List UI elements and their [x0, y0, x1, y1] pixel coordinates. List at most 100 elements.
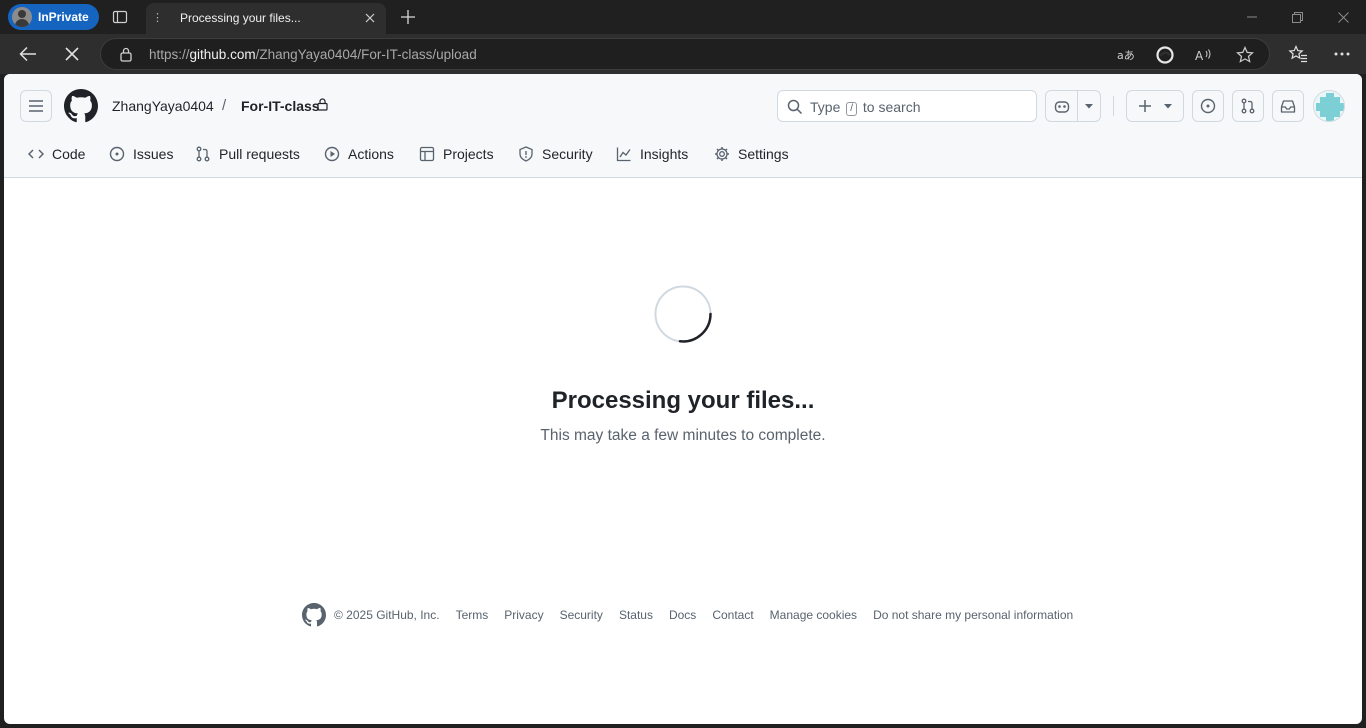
- play-icon: [324, 146, 340, 162]
- chevron-down-icon: [1164, 103, 1172, 108]
- close-window-button[interactable]: [1331, 6, 1355, 28]
- search-suffix: to search: [862, 99, 921, 115]
- plus-icon: [1139, 100, 1151, 112]
- back-button[interactable]: [13, 40, 43, 68]
- lock-icon: [119, 47, 133, 67]
- search-shortcut-key: /: [846, 102, 858, 116]
- footer-link-contact[interactable]: Contact: [712, 608, 753, 622]
- tab-strip: InPrivate ⋮ Processing your files...: [0, 0, 1366, 34]
- tab-pull-requests-label: Pull requests: [219, 146, 300, 162]
- minimize-button[interactable]: [1240, 6, 1264, 28]
- pull-requests-button[interactable]: [1232, 90, 1264, 122]
- inbox-icon: [1280, 99, 1296, 113]
- loading-spinner-icon: [654, 285, 712, 343]
- tab-code-label: Code: [52, 146, 86, 162]
- tab-pull-requests[interactable]: Pull requests: [195, 144, 300, 164]
- git-pull-request-icon: [196, 146, 210, 162]
- restore-icon: [1291, 11, 1303, 23]
- favorites-button[interactable]: [1283, 40, 1313, 68]
- tab-settings[interactable]: Settings: [714, 144, 789, 164]
- close-icon: [65, 47, 79, 61]
- minimize-icon: [1247, 16, 1257, 18]
- global-menu-button[interactable]: [20, 90, 52, 122]
- active-tab[interactable]: ⋮ Processing your files...: [146, 3, 386, 34]
- footer-link-terms[interactable]: Terms: [456, 608, 489, 622]
- issue-opened-icon: [109, 146, 125, 162]
- copilot-icon: [1046, 91, 1078, 121]
- edge-browser-essentials-icon[interactable]: [1154, 45, 1176, 65]
- search-prefix: Type: [810, 99, 841, 115]
- address-toolbar: https://github.com/ZhangYaya0404/For-IT-…: [0, 34, 1366, 74]
- tab-close-button[interactable]: [360, 8, 380, 28]
- footer-link-docs[interactable]: Docs: [669, 608, 696, 622]
- gear-icon: [715, 147, 729, 161]
- star-icon[interactable]: [1234, 45, 1256, 65]
- tab-security-label: Security: [542, 146, 593, 162]
- github-header: ZhangYaya0404 / For-IT-class Type / to s…: [4, 74, 1362, 178]
- tab-actions[interactable]: Actions: [324, 144, 394, 164]
- tab-issues[interactable]: Issues: [109, 144, 173, 164]
- favorites-icon: [1288, 45, 1307, 63]
- tab-insights[interactable]: Insights: [616, 144, 688, 164]
- breadcrumb-separator: /: [222, 97, 227, 114]
- shield-icon: [519, 146, 533, 162]
- tab-projects-label: Projects: [443, 146, 494, 162]
- footer-link-security[interactable]: Security: [560, 608, 603, 622]
- lock-icon: [317, 98, 328, 116]
- footer-link-status[interactable]: Status: [619, 608, 653, 622]
- svg-text:aあ: aあ: [1117, 49, 1135, 62]
- search-input[interactable]: Type / to search: [777, 90, 1037, 122]
- address-bar[interactable]: https://github.com/ZhangYaya0404/For-IT-…: [100, 38, 1270, 70]
- url-text[interactable]: https://github.com/ZhangYaya0404/For-IT-…: [149, 47, 477, 62]
- url-host: github.com: [189, 47, 256, 62]
- page-footer: © 2025 GitHub, Inc. Terms Privacy Securi…: [302, 603, 1089, 627]
- close-icon: [365, 13, 375, 23]
- tab-settings-label: Settings: [738, 146, 789, 162]
- header-divider: [1113, 96, 1114, 116]
- hamburger-icon: [29, 100, 43, 112]
- processing-title: Processing your files...: [551, 387, 815, 414]
- code-icon: [28, 149, 44, 159]
- url-path: /ZhangYaya0404/For-IT-class/upload: [255, 47, 477, 62]
- tab-insights-label: Insights: [640, 146, 689, 162]
- more-options-button[interactable]: [1327, 40, 1357, 68]
- tab-projects[interactable]: Projects: [419, 144, 494, 164]
- github-logo-icon[interactable]: [64, 89, 98, 123]
- issues-button[interactable]: [1192, 90, 1224, 122]
- tab-security[interactable]: Security: [518, 144, 593, 164]
- search-placeholder: Type / to search: [810, 99, 921, 116]
- copilot-button[interactable]: [1045, 90, 1101, 122]
- tab-code[interactable]: Code: [28, 144, 85, 164]
- read-aloud-icon[interactable]: A: [1193, 45, 1215, 65]
- inbox-button[interactable]: [1272, 90, 1304, 122]
- translate-icon[interactable]: aあ: [1115, 45, 1137, 65]
- tab-actions-icon: [112, 10, 128, 24]
- browser-window: InPrivate ⋮ Processing your files... htt…: [0, 0, 1366, 728]
- github-logo-icon[interactable]: [302, 603, 326, 627]
- svg-text:A: A: [1195, 49, 1204, 62]
- chevron-down-icon[interactable]: [1078, 103, 1100, 109]
- graph-icon: [616, 147, 631, 162]
- create-new-button[interactable]: [1126, 90, 1184, 122]
- footer-link-manage-cookies[interactable]: Manage cookies: [770, 608, 857, 622]
- git-pull-request-icon: [1241, 98, 1255, 114]
- inprivate-label: InPrivate: [38, 10, 89, 24]
- plus-icon: [401, 10, 415, 24]
- footer-link-do-not-share[interactable]: Do not share my personal information: [873, 608, 1073, 622]
- user-avatar[interactable]: [1313, 90, 1345, 122]
- breadcrumb-repo[interactable]: For-IT-class: [241, 98, 320, 114]
- profile-avatar-icon: [12, 7, 32, 27]
- more-horizontal-icon: [1334, 52, 1350, 56]
- url-scheme: https://: [149, 47, 190, 62]
- footer-link-privacy[interactable]: Privacy: [504, 608, 543, 622]
- table-icon: [419, 146, 435, 162]
- restore-button[interactable]: [1285, 6, 1309, 28]
- tab-issues-label: Issues: [133, 146, 174, 162]
- processing-subtitle: This may take a few minutes to complete.: [540, 427, 826, 444]
- inprivate-badge[interactable]: InPrivate: [8, 4, 99, 30]
- tab-actions-button[interactable]: [108, 5, 132, 29]
- search-icon: [787, 99, 803, 120]
- new-tab-button[interactable]: [396, 5, 420, 29]
- breadcrumb-owner[interactable]: ZhangYaya0404: [112, 98, 214, 114]
- stop-loading-button[interactable]: [57, 40, 87, 68]
